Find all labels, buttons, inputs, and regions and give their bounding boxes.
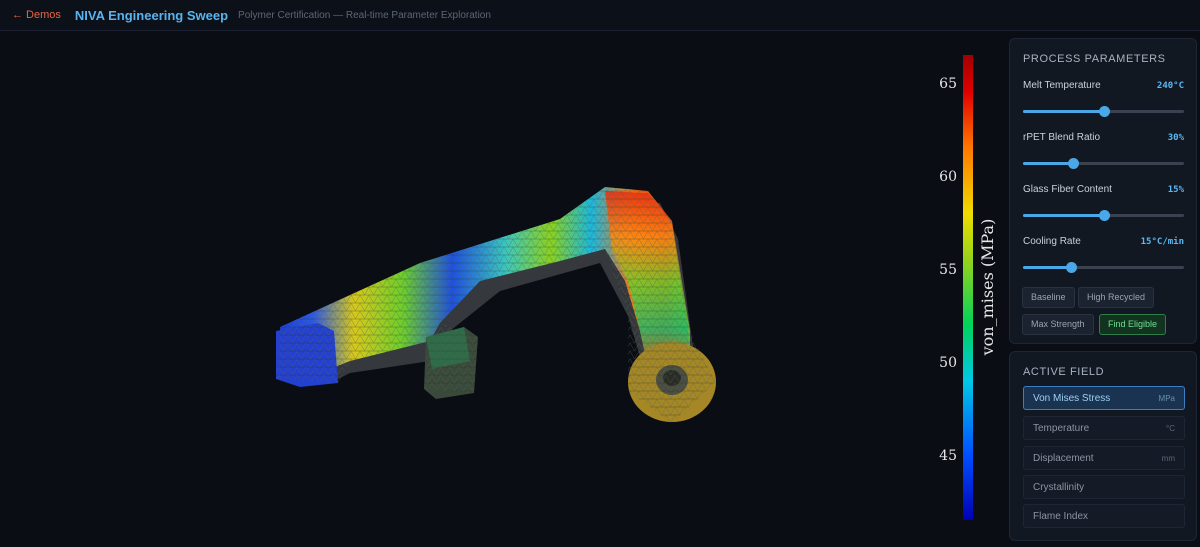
- cooling-rate-value: 15°C/min: [1140, 237, 1184, 247]
- colorbar-tick-label: 60: [939, 169, 957, 185]
- 3d-viewport[interactable]: 65 60 55 50 45 von_mises (MPa): [0, 31, 1003, 547]
- cooling-rate-thumb[interactable]: [1066, 262, 1078, 273]
- field-von-mises-stress[interactable]: Von Mises Stress MPa: [1023, 386, 1185, 410]
- cooling-rate-slider[interactable]: [1023, 262, 1184, 273]
- app-subtitle: Polymer Certification — Real-time Parame…: [238, 9, 491, 21]
- colorbar-tick-label: 55: [939, 262, 957, 278]
- field-flame-index[interactable]: Flame Index: [1023, 504, 1185, 528]
- colorbar-label: von_mises (MPa): [978, 219, 997, 357]
- process-parameters-panel: PROCESS PARAMETERS Melt Temperature 240°…: [1009, 38, 1197, 344]
- colorbar-ticks: 65 60 55 50 45: [939, 76, 957, 464]
- top-bar: ← Demos NIVA Engineering Sweep Polymer C…: [0, 0, 1200, 31]
- glass-fiber-content-thumb[interactable]: [1098, 210, 1110, 221]
- glass-fiber-content-label: Glass Fiber Content: [1023, 184, 1112, 195]
- cooling-rate-label: Cooling Rate: [1023, 236, 1081, 247]
- rpet-blend-ratio-slider[interactable]: [1023, 158, 1184, 169]
- colorbar-scale: [963, 55, 973, 520]
- viewport-canvas[interactable]: 65 60 55 50 45 von_mises (MPa): [0, 31, 1003, 547]
- process-parameters-title: PROCESS PARAMETERS: [1023, 53, 1166, 65]
- rpet-blend-ratio-label: rPET Blend Ratio: [1023, 132, 1101, 143]
- field-temperature[interactable]: Temperature °C: [1023, 416, 1185, 440]
- rpet-blend-ratio-thumb[interactable]: [1067, 158, 1079, 169]
- preset-baseline-button[interactable]: Baseline: [1022, 287, 1075, 308]
- colorbar-tick-label: 50: [939, 355, 957, 371]
- active-field-title: ACTIVE FIELD: [1023, 366, 1105, 378]
- glass-fiber-content-slider[interactable]: [1023, 210, 1184, 221]
- find-eligible-button[interactable]: Find Eligible: [1099, 314, 1167, 335]
- field-displacement[interactable]: Displacement mm: [1023, 446, 1185, 470]
- glass-fiber-content-value: 15%: [1167, 185, 1184, 195]
- melt-temperature-thumb[interactable]: [1098, 106, 1110, 117]
- back-to-demos-link[interactable]: ← Demos: [12, 9, 61, 21]
- preset-high-recycled-button[interactable]: High Recycled: [1078, 287, 1155, 308]
- app-title: NIVA Engineering Sweep: [74, 7, 229, 23]
- polymer-part-model[interactable]: [276, 187, 716, 423]
- colorbar-tick-label: 65: [939, 76, 957, 92]
- melt-temperature-label: Melt Temperature: [1023, 80, 1101, 91]
- active-field-panel: ACTIVE FIELD Von Mises Stress MPa Temper…: [1009, 351, 1197, 541]
- preset-max-strength-button[interactable]: Max Strength: [1022, 314, 1094, 335]
- rpet-blend-ratio-value: 30%: [1167, 133, 1184, 143]
- melt-temperature-slider[interactable]: [1023, 106, 1184, 117]
- field-crystallinity[interactable]: Crystallinity: [1023, 475, 1185, 499]
- melt-temperature-value: 240°C: [1156, 81, 1184, 91]
- colorbar-tick-label: 45: [939, 448, 957, 464]
